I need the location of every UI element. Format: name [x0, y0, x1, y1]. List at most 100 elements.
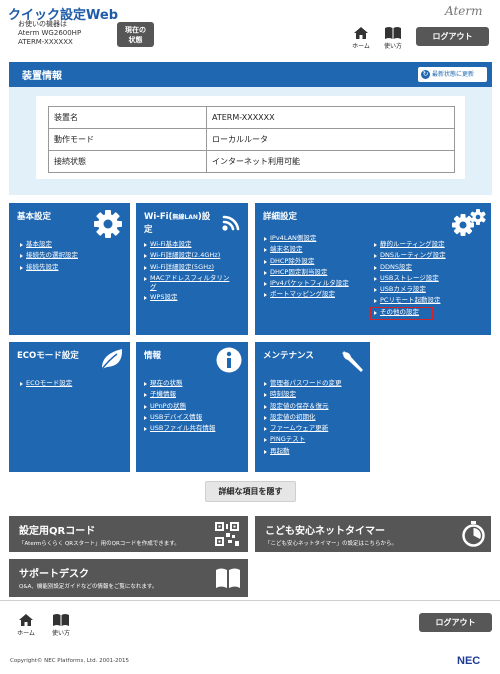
support-desk-bar[interactable]: サポートデスク Q&A、機能別設定ガイドなどの情報をご覧になれます。 — [9, 559, 248, 597]
link-admin-password[interactable]: 管理者パスワードの変更 — [270, 379, 342, 387]
row-label: 動作モード — [48, 128, 207, 151]
wifi-links: Wi-Fi基本設定 Wi-Fi詳細設定(2.4GHz) Wi-Fi詳細設定(5G… — [144, 239, 229, 303]
list-item[interactable]: 子機情報 — [144, 389, 215, 400]
link-dns-routing[interactable]: DNSルーティング設定 — [380, 251, 446, 259]
list-item[interactable]: ポートマッピング設定 — [264, 289, 349, 300]
link-wifi-basic[interactable]: Wi-Fi基本設定 — [150, 240, 192, 248]
list-item[interactable]: PINGテスト — [264, 434, 342, 445]
list-item[interactable]: 管理者パスワードの変更 — [264, 378, 342, 389]
link-time-settings[interactable]: 時刻設定 — [270, 390, 296, 398]
list-item[interactable]: 設定値の初期化 — [264, 412, 342, 423]
home-label: ホーム — [17, 630, 35, 637]
list-item[interactable]: IPv4LAN側設定 — [264, 233, 349, 244]
link-wifi-5g[interactable]: Wi-Fi詳細設定(5GHz) — [150, 263, 214, 271]
home-button[interactable]: ホーム — [350, 26, 372, 50]
list-item[interactable]: 時刻設定 — [264, 389, 342, 400]
list-item[interactable]: MACアドレスフィルタリング — [144, 273, 229, 292]
link-connection-settings[interactable]: 接続先設定 — [26, 263, 59, 271]
footer-help-button[interactable]: 使い方 — [50, 613, 72, 637]
link-current-status[interactable]: 現在の状態 — [150, 379, 183, 387]
list-item[interactable]: 現在の状態 — [144, 378, 215, 389]
link-eco-mode[interactable]: ECOモード設定 — [26, 379, 72, 387]
link-dhcp-fixed[interactable]: DHCP固定割当設定 — [270, 268, 327, 276]
list-item[interactable]: ECOモード設定 — [20, 378, 72, 389]
maintenance-links: 管理者パスワードの変更 時刻設定 設定値の保存＆復元 設定値の初期化 ファームウ… — [264, 378, 342, 457]
link-firmware-update[interactable]: ファームウェア更新 — [270, 424, 328, 432]
current-status-button[interactable]: 現在の 状態 — [117, 22, 154, 47]
link-ping-test[interactable]: PINGテスト — [270, 435, 305, 443]
tile-information: 情報 現在の状態 子機情報 UPnPの状態 USBデバイス情報 USBファイル共… — [136, 342, 248, 472]
link-usb-camera[interactable]: USBカメラ設定 — [380, 285, 426, 293]
logout-button[interactable]: ログアウト — [416, 27, 489, 46]
bar-title: 設定用QRコード — [19, 526, 96, 537]
list-item[interactable]: 接続先設定 — [20, 262, 78, 273]
list-item[interactable]: Wi-Fi詳細設定(5GHz) — [144, 262, 229, 273]
link-wifi-2g[interactable]: Wi-Fi詳細設定(2.4GHz) — [150, 251, 220, 259]
link-ipv4-lan[interactable]: IPv4LAN側設定 — [270, 234, 316, 242]
link-static-routing[interactable]: 静的ルーティング設定 — [380, 240, 445, 248]
qr-code-bar[interactable]: 設定用QRコード 「Atermらくらく QRスタート」用のQRコードを作成できま… — [9, 516, 248, 552]
link-ipv4-filter[interactable]: IPv4パケットフィルタ設定 — [270, 279, 349, 287]
list-item[interactable]: DDNS設定 — [374, 262, 446, 273]
list-item[interactable]: DNSルーティング設定 — [374, 250, 446, 261]
bar-title: こども安心ネットタイマー — [265, 526, 385, 537]
device-name: ATERM-XXXXXX — [18, 38, 73, 46]
list-item[interactable]: 再起動 — [264, 446, 342, 457]
help-label: 使い方 — [51, 630, 70, 637]
leaf-icon — [101, 349, 123, 370]
link-usb-file-share-info[interactable]: USBファイル共有情報 — [150, 424, 215, 432]
list-item[interactable]: USBカメラ設定 — [374, 284, 446, 295]
bar-subtitle: 「こども安心ネットタイマー」の設定はこちらから。 — [265, 541, 398, 547]
list-item[interactable]: 設定値の保存＆復元 — [264, 401, 342, 412]
list-item[interactable]: ファームウェア更新 — [264, 423, 342, 434]
timer-icon — [462, 521, 485, 547]
list-item[interactable]: IPv4パケットフィルタ設定 — [264, 278, 349, 289]
link-mac-filter[interactable]: MACアドレスフィルタリン — [150, 274, 229, 282]
link-factory-reset[interactable]: 設定値の初期化 — [270, 413, 316, 421]
link-wps[interactable]: WPS設定 — [150, 293, 177, 301]
list-item[interactable]: PCリモート起動設定 — [374, 295, 446, 306]
link-client-info[interactable]: 子機情報 — [150, 390, 176, 398]
list-item[interactable]: USBファイル共有情報 — [144, 423, 215, 434]
list-item[interactable]: USBストレージ設定 — [374, 273, 446, 284]
link-upnp-status[interactable]: UPnPの状態 — [150, 402, 186, 410]
list-item[interactable]: WPS設定 — [144, 292, 229, 303]
refresh-icon: ↻ — [421, 70, 430, 79]
link-pc-remote-wake[interactable]: PCリモート起動設定 — [380, 296, 440, 304]
list-item[interactable]: UPnPの状態 — [144, 401, 215, 412]
list-item[interactable]: Wi-Fi詳細設定(2.4GHz) — [144, 250, 229, 261]
link-ddns[interactable]: DDNS設定 — [380, 263, 412, 271]
hide-details-button[interactable]: 詳細な項目を隠す — [205, 481, 296, 502]
link-device-name[interactable]: 端末名設定 — [270, 245, 303, 253]
eco-links: ECOモード設定 — [20, 378, 72, 389]
refresh-button[interactable]: ↻ 最新状態に更新 — [418, 67, 487, 82]
link-usb-storage[interactable]: USBストレージ設定 — [380, 274, 439, 282]
list-item[interactable]: Wi-Fi基本設定 — [144, 239, 229, 250]
link-connection-select[interactable]: 接続先の選択設定 — [26, 251, 78, 259]
wrench-icon — [342, 351, 363, 372]
list-item[interactable]: DHCP固定割当設定 — [264, 267, 349, 278]
list-item[interactable]: 端末名設定 — [264, 244, 349, 255]
list-item[interactable]: 基本設定 — [20, 239, 78, 250]
link-save-restore[interactable]: 設定値の保存＆復元 — [270, 402, 329, 410]
link-basic-settings[interactable]: 基本設定 — [26, 240, 52, 248]
footer-logout-button[interactable]: ログアウト — [419, 613, 492, 632]
footer-home-button[interactable]: ホーム — [15, 613, 37, 637]
link-reboot[interactable]: 再起動 — [270, 447, 290, 455]
list-item[interactable]: 接続先の選択設定 — [20, 250, 78, 261]
tile-eco-mode: ECOモード設定 ECOモード設定 — [9, 342, 130, 472]
book-icon — [53, 614, 69, 626]
list-item[interactable]: USBデバイス情報 — [144, 412, 215, 423]
help-button[interactable]: 使い方 — [382, 26, 404, 50]
row-label: 装置名 — [48, 106, 207, 129]
link-dhcp-exclude[interactable]: DHCP除外設定 — [270, 257, 314, 265]
list-item[interactable]: DHCP除外設定 — [264, 256, 349, 267]
kids-net-timer-bar[interactable]: こども安心ネットタイマー 「こども安心ネットタイマー」の設定はこちらから。 — [255, 516, 491, 552]
list-item[interactable]: 静的ルーティング設定 — [374, 239, 446, 250]
bar-subtitle: Q&A、機能別設定ガイドなどの情報をご覧になれます。 — [19, 584, 158, 590]
advanced-links-left: IPv4LAN側設定 端末名設定 DHCP除外設定 DHCP固定割当設定 IPv… — [264, 233, 349, 301]
link-usb-device-info[interactable]: USBデバイス情報 — [150, 413, 202, 421]
tile-wifi-settings: Wi-Fi(無線LAN)設定 Wi-Fi基本設定 Wi-Fi詳細設定(2.4GH… — [136, 203, 248, 335]
link-port-mapping[interactable]: ポートマッピング設定 — [270, 290, 335, 298]
link-mac-filter-cont[interactable]: グ — [150, 283, 157, 291]
